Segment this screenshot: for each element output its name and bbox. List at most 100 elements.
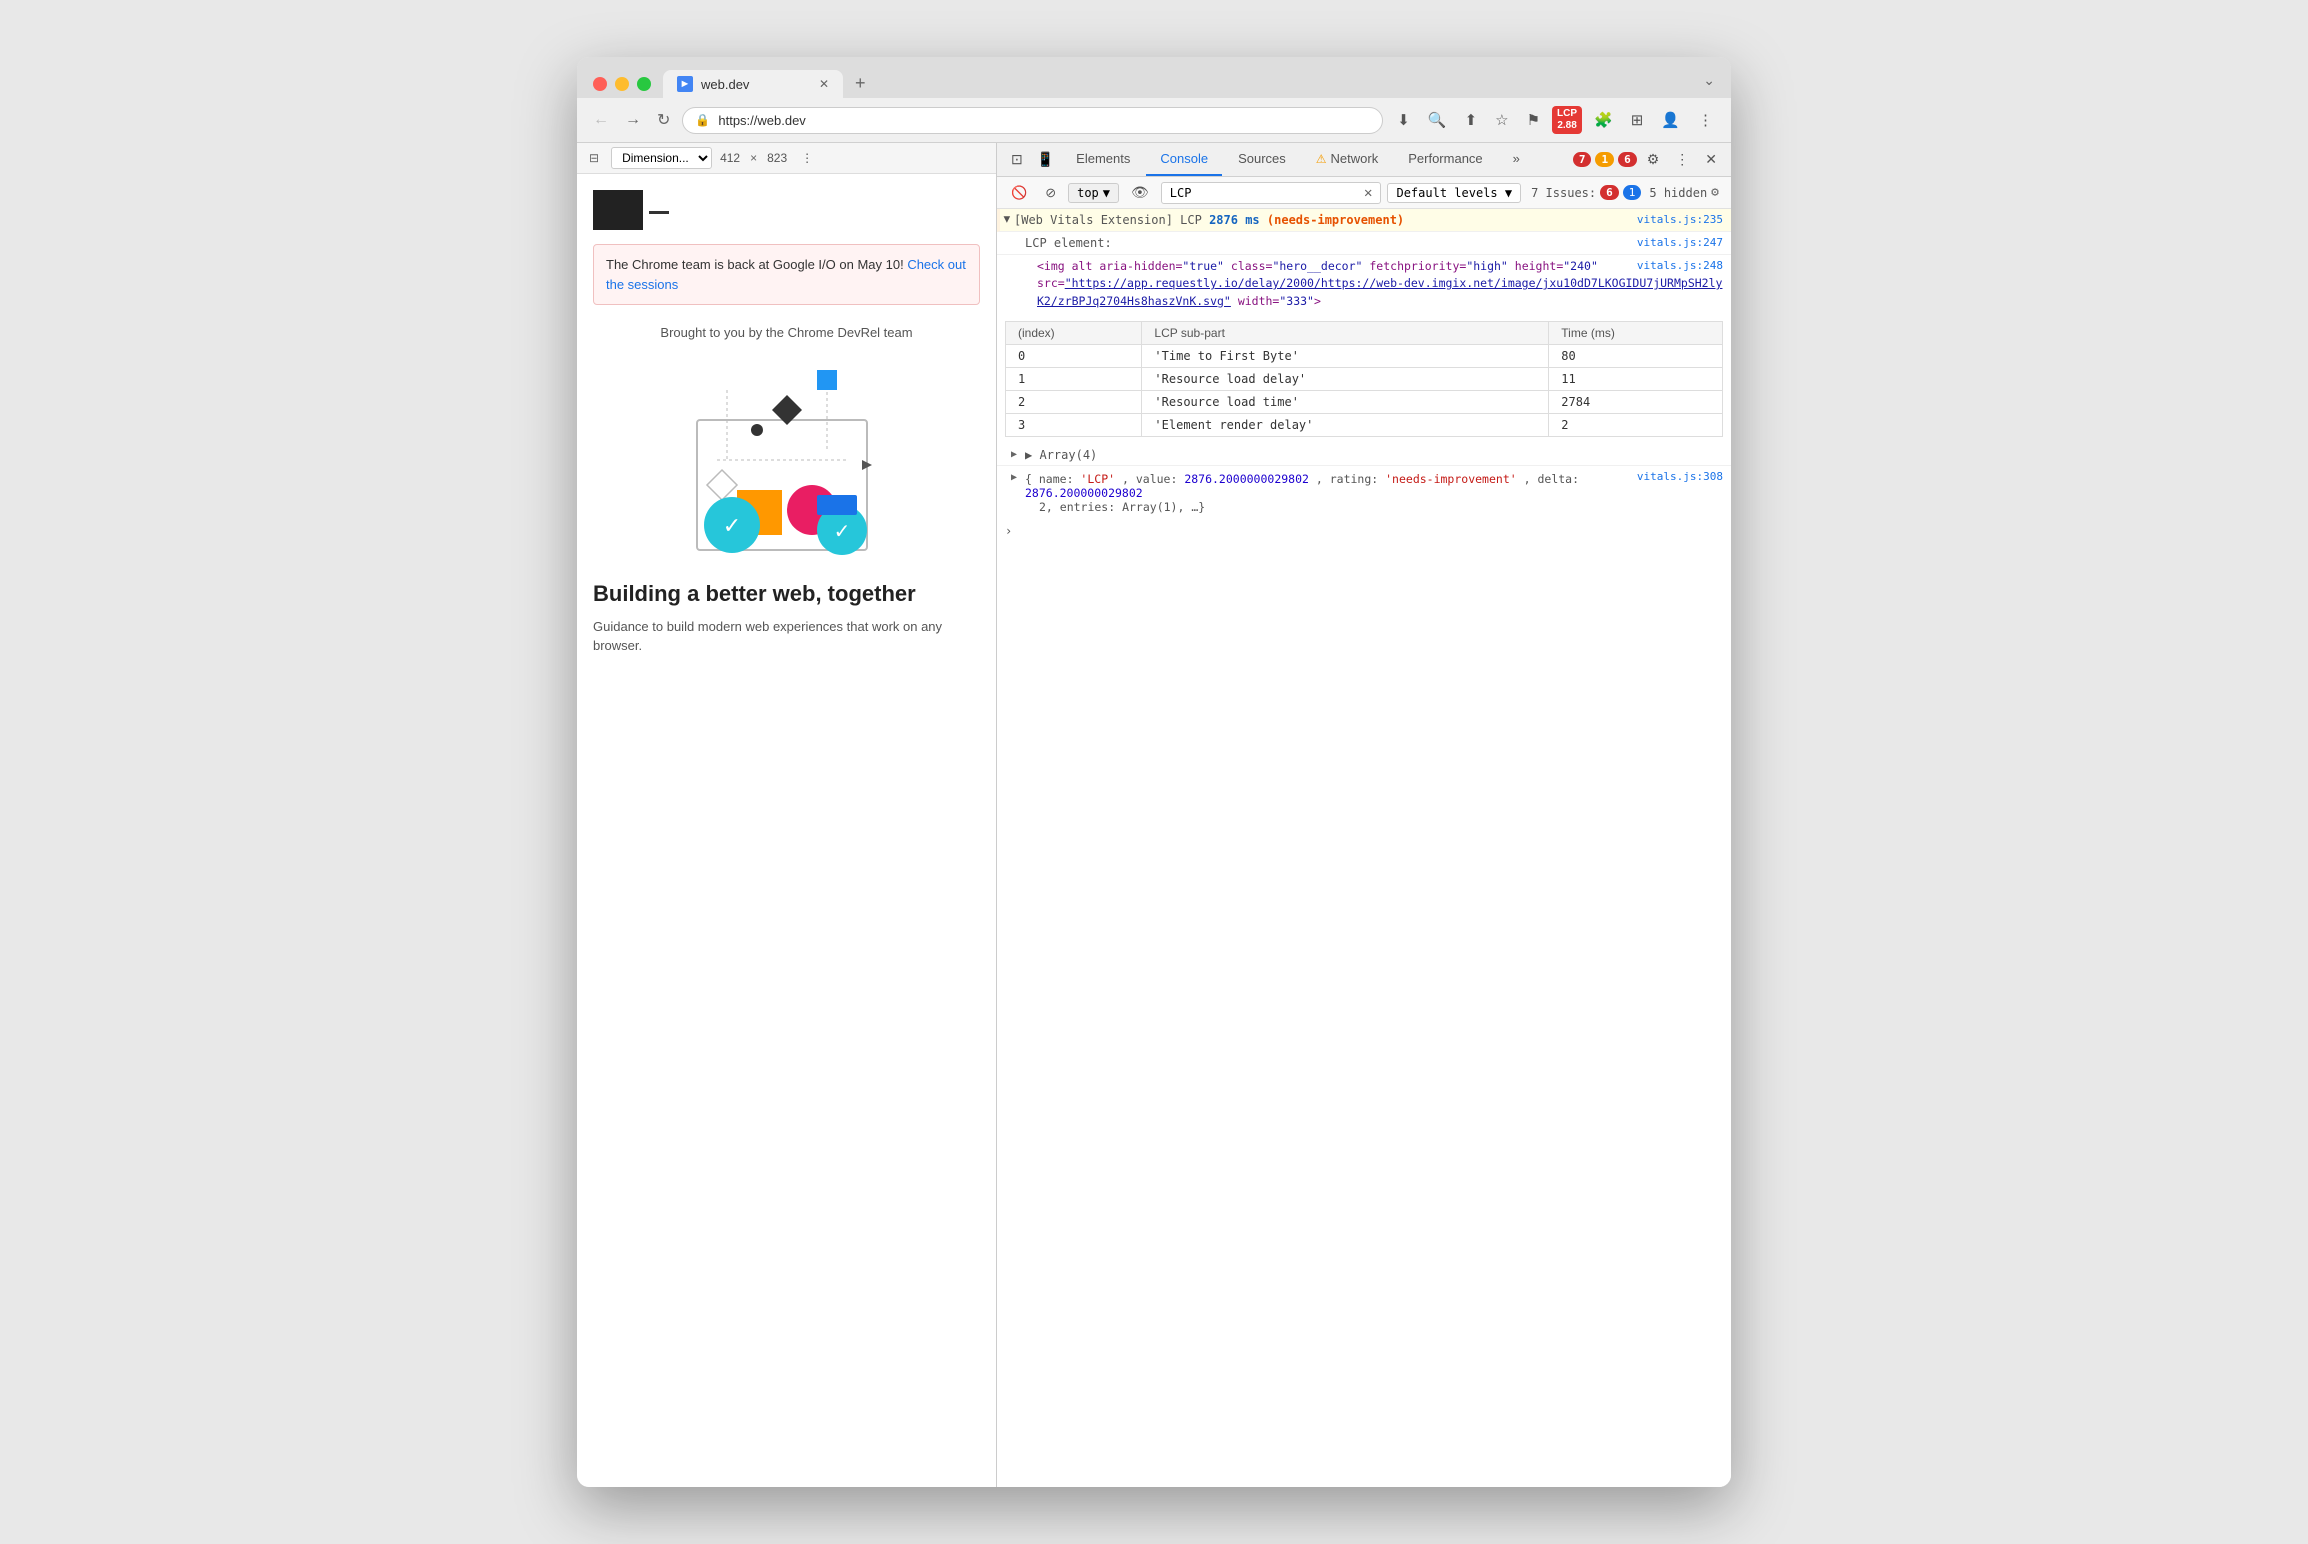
img-tag-open: <img bbox=[1037, 259, 1072, 273]
tab-performance[interactable]: Performance bbox=[1394, 143, 1496, 176]
tab-favicon: ► bbox=[677, 76, 693, 92]
console-entry-lcp-element: vitals.js:247 LCP element: bbox=[997, 232, 1731, 255]
row-0-time: 80 bbox=[1549, 344, 1723, 367]
viewport-more-icon[interactable]: ⋮ bbox=[795, 147, 819, 169]
tab-bar: ► web.dev ✕ + bbox=[663, 69, 1691, 98]
viewport-height: 823 bbox=[767, 151, 787, 165]
lcp-header-text: [Web Vitals Extension] LCP 2876 ms (need… bbox=[1014, 213, 1404, 227]
attr-fetchpriority-val: "high" bbox=[1466, 259, 1514, 273]
row-0-index: 0 bbox=[1006, 344, 1142, 367]
new-tab-button[interactable]: + bbox=[847, 69, 874, 98]
error-count-badge2: 6 bbox=[1618, 152, 1637, 167]
eye-icon[interactable]: 👁 bbox=[1125, 181, 1155, 204]
issues-message-badge: 1 bbox=[1623, 185, 1642, 200]
more-icon[interactable]: ⋮ bbox=[1692, 107, 1719, 133]
expand-arrow-lcp[interactable]: ▶ bbox=[1001, 216, 1014, 223]
search-icon[interactable]: 🔍 bbox=[1422, 107, 1453, 133]
row-2-time: 2784 bbox=[1549, 390, 1723, 413]
browser-window: ► web.dev ✕ + ⌄ ← → ↻ 🔒 https://web.dev … bbox=[577, 57, 1731, 1487]
obj-comma3: , bbox=[1524, 472, 1538, 486]
row-3-time: 2 bbox=[1549, 413, 1723, 436]
devtools-more-icon[interactable]: ⋮ bbox=[1669, 143, 1695, 176]
bookmark-icon[interactable]: ☆ bbox=[1489, 107, 1514, 133]
extensions-icon[interactable]: 🧩 bbox=[1588, 107, 1619, 133]
viewport-width: 412 bbox=[720, 151, 740, 165]
obj-value-key: value: bbox=[1136, 472, 1184, 486]
split-icon[interactable]: ⊞ bbox=[1625, 107, 1650, 133]
obj-delta-val: 2876.200000029802 bbox=[1025, 486, 1143, 500]
console-gear-icon[interactable]: ⚙ bbox=[1711, 185, 1719, 200]
issues-label: 7 Issues: bbox=[1531, 186, 1596, 200]
cursor-arrow: › bbox=[1005, 524, 1012, 538]
close-button[interactable] bbox=[593, 77, 607, 91]
vitals-ref-1[interactable]: vitals.js:235 bbox=[1637, 213, 1723, 226]
levels-selector[interactable]: Default levels ▼ bbox=[1387, 183, 1521, 203]
browser-viewport: ⊟ Dimension... 412 × 823 ⋮ The Chrome te… bbox=[577, 143, 997, 1487]
attr-aria: aria-hidden= bbox=[1099, 259, 1182, 273]
attr-src: src= bbox=[1037, 276, 1065, 290]
notification-text: The Chrome team is back at Google I/O on… bbox=[606, 257, 907, 272]
devtools-close-icon[interactable]: ✕ bbox=[1699, 143, 1723, 176]
chevron-down-icon[interactable]: ⌄ bbox=[1703, 72, 1715, 89]
warn-icon: ⚠ bbox=[1316, 152, 1327, 166]
hidden-count: 5 hidden bbox=[1649, 186, 1707, 200]
console-cursor: › bbox=[997, 518, 1731, 544]
console-filter-input[interactable] bbox=[1170, 186, 1360, 200]
devtools-inspect-icon[interactable]: ⊡ bbox=[1005, 143, 1029, 176]
dimension-x-separator: × bbox=[750, 151, 757, 165]
table-header-subpart: LCP sub-part bbox=[1142, 321, 1549, 344]
reload-button[interactable]: ↻ bbox=[653, 106, 674, 134]
active-tab[interactable]: ► web.dev ✕ bbox=[663, 70, 843, 98]
levels-chevron: ▼ bbox=[1505, 186, 1512, 200]
devtools-device-icon[interactable]: 📱 bbox=[1031, 143, 1060, 176]
dimension-selector[interactable]: Dimension... bbox=[611, 147, 712, 169]
tab-more[interactable]: » bbox=[1499, 143, 1534, 176]
filter-clear-icon[interactable]: ✕ bbox=[1364, 185, 1372, 201]
forward-button[interactable]: → bbox=[621, 107, 645, 133]
devtools-toggle-button[interactable]: ⊟ bbox=[585, 147, 603, 169]
row-3-part: 'Element render delay' bbox=[1142, 413, 1549, 436]
tab-network[interactable]: ⚠ Network bbox=[1302, 143, 1392, 176]
tab-console[interactable]: Console bbox=[1146, 143, 1222, 176]
flag-icon[interactable]: ⚑ bbox=[1521, 107, 1546, 133]
lcp-element-label: LCP element: bbox=[1025, 236, 1112, 250]
tab-close-button[interactable]: ✕ bbox=[819, 77, 829, 91]
vitals-ref-2[interactable]: vitals.js:247 bbox=[1637, 236, 1723, 249]
row-1-index: 1 bbox=[1006, 367, 1142, 390]
issues-count: 7 Issues: 6 1 5 hidden ⚙ bbox=[1527, 185, 1723, 200]
profile-icon[interactable]: 👤 bbox=[1655, 107, 1686, 133]
table-row: 1 'Resource load delay' 11 bbox=[1006, 367, 1723, 390]
console-stop-button[interactable]: ⊘ bbox=[1039, 182, 1062, 204]
row-0-part: 'Time to First Byte' bbox=[1142, 344, 1549, 367]
array-expand-icon[interactable]: ▶ bbox=[1011, 449, 1017, 460]
warn-count-badge: 1 bbox=[1595, 152, 1614, 167]
attr-aria-val: "true" bbox=[1182, 259, 1230, 273]
obj-expand-icon[interactable]: ▶ bbox=[1011, 472, 1017, 483]
console-entry-lcp-header: ▶ vitals.js:235 [Web Vitals Extension] L… bbox=[997, 209, 1731, 232]
devtools-panel: ⊡ 📱 Elements Console Sources ⚠ Network P… bbox=[997, 143, 1731, 1487]
table-row: 2 'Resource load time' 2784 bbox=[1006, 390, 1723, 413]
row-3-index: 3 bbox=[1006, 413, 1142, 436]
object-line-inner: ▶ { name: 'LCP' , value: 2876.2000000029… bbox=[1011, 472, 1723, 514]
toolbar-actions: ⬇ 🔍 ⬆ ☆ ⚑ LCP 2.88 🧩 ⊞ 👤 ⋮ bbox=[1391, 106, 1719, 134]
maximize-button[interactable] bbox=[637, 77, 651, 91]
console-filter[interactable]: ✕ bbox=[1161, 182, 1382, 204]
minimize-button[interactable] bbox=[615, 77, 629, 91]
console-table-wrapper: (index) LCP sub-part Time (ms) 0 'Time t… bbox=[997, 313, 1731, 445]
console-clear-button[interactable]: 🚫 bbox=[1005, 182, 1033, 204]
tab-elements[interactable]: Elements bbox=[1062, 143, 1144, 176]
back-button[interactable]: ← bbox=[589, 107, 613, 133]
tab-sources[interactable]: Sources bbox=[1224, 143, 1300, 176]
download-icon[interactable]: ⬇ bbox=[1391, 107, 1416, 133]
context-selector[interactable]: top ▼ bbox=[1068, 183, 1119, 203]
main-area: ⊟ Dimension... 412 × 823 ⋮ The Chrome te… bbox=[577, 143, 1731, 1487]
obj-rating-key: rating: bbox=[1330, 472, 1385, 486]
share-icon[interactable]: ⬆ bbox=[1459, 107, 1484, 133]
vitals-ref-3[interactable]: vitals.js:248 bbox=[1637, 258, 1723, 275]
console-entry-array: ▶ ▶ Array(4) bbox=[997, 445, 1731, 465]
obj-brace-open: { bbox=[1025, 472, 1032, 486]
devtools-settings-icon[interactable]: ⚙ bbox=[1641, 143, 1666, 176]
notification-banner: The Chrome team is back at Google I/O on… bbox=[593, 244, 980, 305]
attr-src-val[interactable]: "https://app.requestly.io/delay/2000/htt… bbox=[1037, 276, 1722, 307]
address-bar[interactable]: 🔒 https://web.dev bbox=[682, 107, 1383, 134]
